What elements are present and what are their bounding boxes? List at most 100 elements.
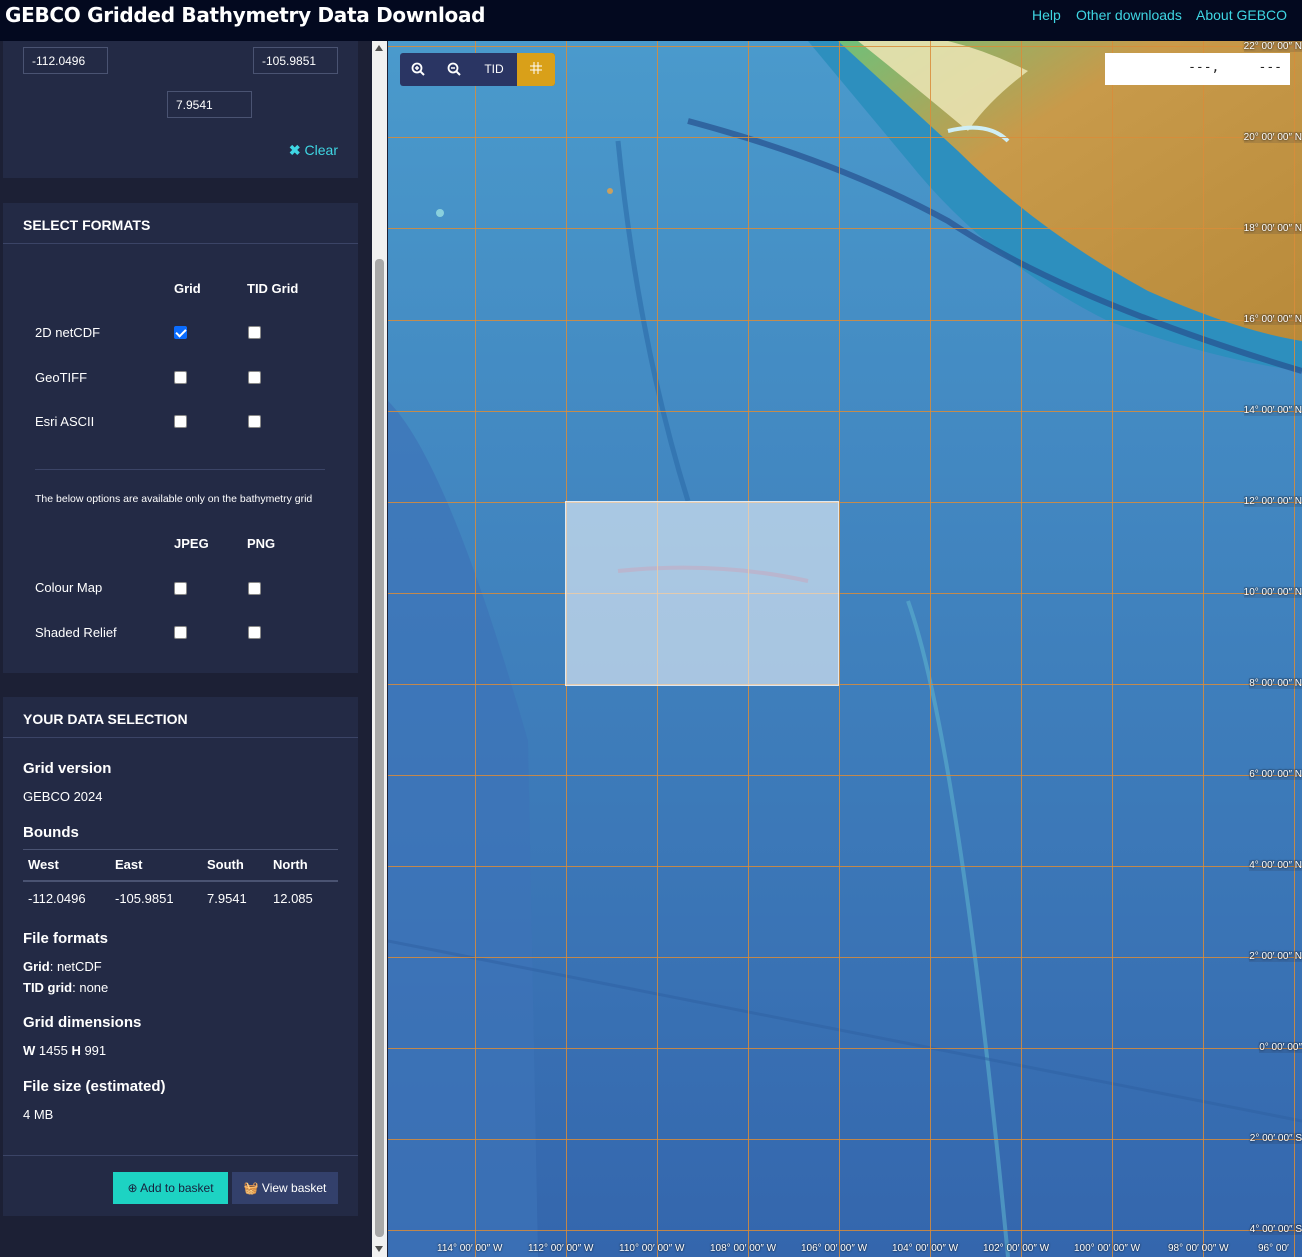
- map-terrain: [388, 41, 1302, 1257]
- lon-label: 110° 00′ 00″ W: [619, 1243, 685, 1254]
- lon-label: 98° 00′ 00″ W: [1168, 1243, 1229, 1254]
- lat-label: 2° 00′ 00″ S: [1249, 1133, 1302, 1144]
- bounds-header-north: North: [273, 857, 308, 873]
- lat-label: 14° 00′ 00″ N: [1243, 405, 1302, 416]
- south-input[interactable]: 7.9541: [167, 91, 252, 118]
- lon-label: 104° 00′ 00″ W: [892, 1243, 959, 1254]
- about-gebco-link[interactable]: About GEBCO: [1196, 7, 1287, 23]
- lat-label: 22° 00′ 00″ N: [1243, 41, 1302, 52]
- grid-dimensions-value: W 1455 H 991: [23, 1043, 106, 1058]
- lat-label: 18° 00′ 00″ N: [1243, 223, 1302, 234]
- plus-circle-icon: ⊕: [127, 1181, 138, 1195]
- shaded-relief-jpeg-checkbox[interactable]: [174, 626, 187, 639]
- geotiff-tid-checkbox[interactable]: [248, 371, 261, 384]
- formats-panel: SELECT FORMATS Grid TID Grid 2D netCDF G…: [3, 203, 358, 673]
- divider: [3, 1155, 358, 1156]
- view-basket-label: View basket: [261, 1181, 327, 1195]
- scroll-up-icon[interactable]: [375, 45, 383, 51]
- bounds-header-west: West: [28, 857, 59, 873]
- file-formats-title: File formats: [23, 930, 109, 947]
- netcdf-grid-checkbox[interactable]: [174, 326, 187, 339]
- lon-label: 112° 00′ 00″ W: [528, 1243, 594, 1254]
- sidebar-scrollbar[interactable]: [372, 41, 387, 1257]
- jpeg-col-header: JPEG: [174, 536, 209, 551]
- clear-button[interactable]: ✖ Clear: [289, 142, 338, 159]
- bounds-header-east: East: [115, 857, 143, 873]
- lon-label: 102° 00′ 00″ W: [983, 1243, 1050, 1254]
- top-bar: GEBCO Gridded Bathymetry Data Download H…: [0, 0, 1302, 41]
- lat-label: 6° 00′ 00″ N: [1249, 769, 1302, 780]
- sidebar: -112.0496 -105.9851 7.9541 ✖ Clear SELEC…: [0, 41, 372, 1257]
- lat-label: 8° 00′ 00″ N: [1249, 678, 1302, 689]
- bounds-table: West East South North -112.0496 -105.985…: [23, 849, 338, 915]
- format-label-esri-ascii: Esri ASCII: [35, 414, 95, 429]
- esri-tid-checkbox[interactable]: [248, 415, 261, 428]
- bounds-value-north: 12.085: [273, 890, 313, 906]
- help-link[interactable]: Help: [1032, 7, 1061, 23]
- geotiff-grid-checkbox[interactable]: [174, 371, 187, 384]
- grid-toggle-button[interactable]: [517, 53, 555, 86]
- colour-map-jpeg-checkbox[interactable]: [174, 582, 187, 595]
- lat-label: 16° 00′ 00″ N: [1243, 314, 1302, 325]
- format-label-geotiff: GeoTIFF: [35, 370, 88, 385]
- h-value: 991: [80, 1043, 107, 1058]
- esri-grid-checkbox[interactable]: [174, 415, 187, 428]
- other-downloads-link[interactable]: Other downloads: [1076, 7, 1182, 23]
- lat-label: 2° 00′ 00″ N: [1249, 951, 1302, 962]
- coordinate-text: ---, ---: [1188, 60, 1282, 75]
- format-label-colour-map: Colour Map: [35, 580, 103, 595]
- format-label-shaded-relief: Shaded Relief: [35, 625, 117, 640]
- tid-button[interactable]: TID: [472, 53, 516, 86]
- add-to-basket-button[interactable]: ⊕ Add to basket: [113, 1172, 228, 1204]
- zoom-out-button[interactable]: [436, 53, 472, 86]
- grid-dimensions-title: Grid dimensions: [23, 1014, 142, 1031]
- coordinate-readout: ---, ---: [1105, 53, 1290, 85]
- basket-icon: 🧺: [243, 1181, 259, 1195]
- lat-label: 0° 00′ 00″: [1259, 1042, 1302, 1053]
- bounds-title: Bounds: [23, 824, 79, 841]
- file-format-tid: TID grid: none: [23, 980, 108, 995]
- close-icon: ✖: [288, 142, 301, 158]
- map-view[interactable]: 22° 00′ 00″ N 20° 00′ 00″ N 18° 00′ 00″ …: [388, 41, 1302, 1257]
- add-to-basket-label: Add to basket: [140, 1181, 214, 1195]
- shaded-relief-png-checkbox[interactable]: [248, 626, 261, 639]
- zoom-in-icon: [411, 62, 425, 76]
- format-label-netcdf: 2D netCDF: [35, 325, 101, 340]
- view-basket-button[interactable]: 🧺 View basket: [232, 1172, 338, 1204]
- east-input[interactable]: -105.9851: [253, 47, 338, 74]
- west-input[interactable]: -112.0496: [23, 47, 108, 74]
- clear-label: Clear: [304, 142, 338, 158]
- divider: [35, 469, 325, 470]
- formats-title: SELECT FORMATS: [3, 203, 358, 244]
- grid-version-value: GEBCO 2024: [23, 789, 103, 804]
- tid-value: : none: [72, 980, 109, 995]
- grid-value: : netCDF: [49, 959, 102, 974]
- file-format-grid: Grid: netCDF: [23, 959, 102, 974]
- bounds-value-south: 7.9541: [207, 890, 247, 906]
- w-label: W: [23, 1043, 36, 1058]
- image-options-note: The below options are available only on …: [35, 493, 313, 505]
- lon-label: 96° 00′: [1258, 1243, 1289, 1254]
- selection-title: YOUR DATA SELECTION: [3, 697, 358, 738]
- file-size-title: File size (estimated): [23, 1078, 166, 1095]
- lon-label: 100° 00′ 00″ W: [1074, 1243, 1141, 1254]
- grid-version-title: Grid version: [23, 760, 112, 777]
- bounds-value-west: -112.0496: [28, 890, 86, 906]
- selection-rectangle[interactable]: [565, 501, 839, 686]
- bounds-value-east: -105.9851: [115, 890, 174, 906]
- selection-panel: YOUR DATA SELECTION Grid version GEBCO 2…: [3, 697, 358, 1216]
- colour-map-png-checkbox[interactable]: [248, 582, 261, 595]
- lat-label: 4° 00′ 00″ N: [1249, 860, 1302, 871]
- netcdf-tid-checkbox[interactable]: [248, 326, 261, 339]
- grid-col-header: Grid: [174, 281, 201, 296]
- lon-label: 106° 00′ 00″ W: [801, 1243, 868, 1254]
- scroll-down-icon[interactable]: [375, 1246, 383, 1252]
- bounds-header-south: South: [207, 857, 244, 873]
- lat-label: 20° 00′ 00″ N: [1243, 132, 1302, 143]
- file-size-value: 4 MB: [23, 1107, 54, 1122]
- app-title: GEBCO Gridded Bathymetry Data Download: [5, 3, 486, 27]
- lat-label: 10° 00′ 00″ N: [1243, 587, 1302, 598]
- scroll-thumb[interactable]: [375, 259, 384, 1237]
- zoom-in-button[interactable]: [400, 53, 436, 86]
- grid-icon: [530, 62, 542, 74]
